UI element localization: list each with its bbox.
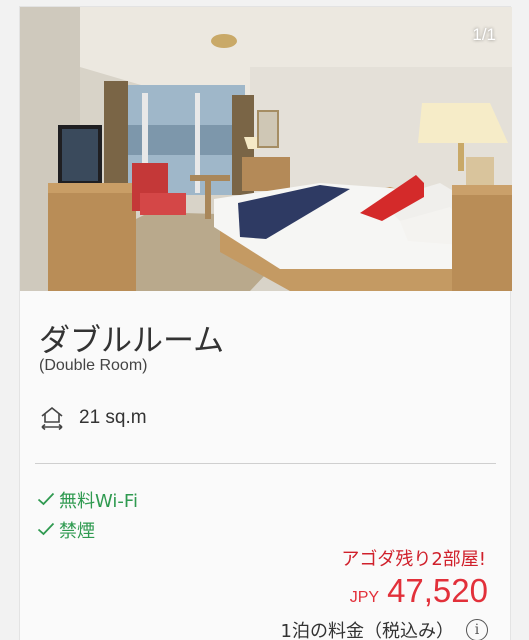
photo-counter: 1/1: [472, 25, 496, 44]
room-size-text: 21 sq.m: [79, 407, 147, 428]
check-icon: [37, 490, 59, 511]
room-name: ダブルルーム: [39, 323, 225, 359]
feature-label: 無料Wi-Fi: [59, 491, 138, 512]
feature-non-smoking: 禁煙: [37, 517, 95, 543]
room-photo[interactable]: 1/1: [20, 7, 512, 291]
room-card[interactable]: 1/1 ダブルルーム (Double Room) 21 sq.m 無料Wi-Fi…: [19, 6, 512, 640]
room-size: 21 sq.m: [39, 403, 147, 433]
price-currency: JPY: [349, 589, 380, 606]
check-icon: [37, 520, 59, 541]
price: JPY 47,520: [350, 572, 488, 610]
room-size-icon: [41, 406, 63, 431]
room-photo-image: [20, 7, 512, 291]
feature-label: 禁煙: [59, 521, 95, 542]
price-amount: 47,520: [387, 572, 488, 609]
divider: [35, 463, 496, 464]
per-night-label: 1泊の料金（税込み）: [280, 621, 454, 640]
room-subtitle: (Double Room): [39, 357, 148, 374]
feature-free-wifi: 無料Wi-Fi: [37, 487, 138, 513]
info-icon[interactable]: i: [466, 619, 488, 640]
per-night-label-row: 1泊の料金（税込み） i: [281, 617, 488, 640]
rooms-left-badge: アゴダ残り2部屋!: [341, 549, 486, 570]
